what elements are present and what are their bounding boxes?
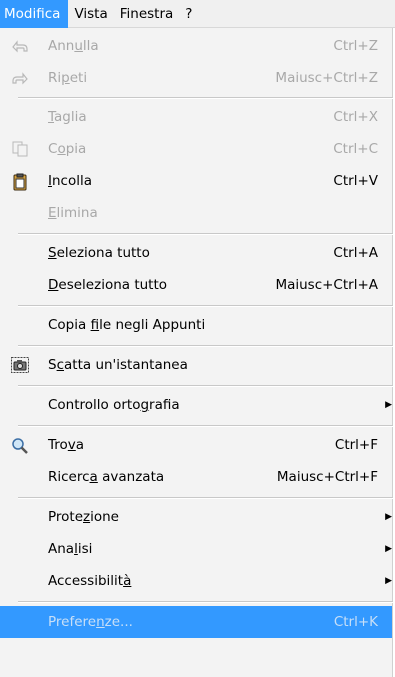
undo-icon bbox=[11, 38, 29, 54]
shortcut-label: Ctrl+F bbox=[334, 437, 378, 453]
menu-separator bbox=[18, 425, 393, 427]
menu-separator bbox=[18, 601, 393, 603]
submenu-arrow-icon: ▶ bbox=[385, 400, 392, 410]
paste-icon bbox=[11, 173, 29, 191]
menu-bar: Modifica Vista Finestra ? bbox=[0, 0, 395, 28]
menu-item-copy[interactable]: Copia Ctrl+C bbox=[0, 133, 392, 165]
menu-item-analysis[interactable]: Analisi ▶ bbox=[0, 533, 392, 565]
shortcut-label: Ctrl+X bbox=[333, 109, 378, 125]
menu-separator bbox=[18, 345, 393, 347]
shortcut-label: Maiusc+Ctrl+A bbox=[275, 277, 378, 293]
redo-icon bbox=[11, 70, 29, 86]
shortcut-label: Ctrl+A bbox=[333, 245, 378, 261]
menu-item-copy-file-to-clipboard[interactable]: Copia file negli Appunti bbox=[0, 309, 392, 341]
camera-icon bbox=[11, 357, 29, 373]
menu-separator bbox=[18, 497, 393, 499]
search-icon bbox=[11, 437, 29, 454]
shortcut-label: Maiusc+Ctrl+F bbox=[276, 469, 378, 485]
menu-item-redo[interactable]: Ripeti Maiusc+Ctrl+Z bbox=[0, 62, 392, 94]
menu-item-paste[interactable]: Incolla Ctrl+V bbox=[0, 165, 392, 197]
menu-finestra[interactable]: Finestra bbox=[114, 0, 180, 28]
menu-item-protection[interactable]: Protezione ▶ bbox=[0, 501, 392, 533]
menu-item-advanced-search[interactable]: Ricerca avanzata Maiusc+Ctrl+F bbox=[0, 461, 392, 493]
copy-icon bbox=[11, 141, 29, 157]
shortcut-label: Maiusc+Ctrl+Z bbox=[275, 70, 378, 86]
menu-item-deselect-all[interactable]: Deseleziona tutto Maiusc+Ctrl+A bbox=[0, 269, 392, 301]
shortcut-label: Ctrl+C bbox=[333, 141, 378, 157]
menu-item-preferences[interactable]: Preferenze... Ctrl+K bbox=[0, 606, 392, 638]
menu-separator bbox=[18, 233, 393, 235]
edit-dropdown-menu: Annulla Ctrl+Z Ripeti Maiusc+Ctrl+Z Tagl… bbox=[0, 28, 393, 677]
menu-item-snapshot[interactable]: Scatta un'istantanea bbox=[0, 349, 392, 381]
menu-help[interactable]: ? bbox=[179, 0, 198, 28]
menu-modifica[interactable]: Modifica bbox=[0, 0, 69, 28]
shortcut-label: Ctrl+V bbox=[333, 173, 378, 189]
menu-item-spell-check[interactable]: Controllo ortografia ▶ bbox=[0, 389, 392, 421]
menu-item-undo[interactable]: Annulla Ctrl+Z bbox=[0, 30, 392, 62]
menu-item-find[interactable]: Trova Ctrl+F bbox=[0, 429, 392, 461]
shortcut-label: Ctrl+K bbox=[333, 614, 378, 630]
menu-separator bbox=[18, 305, 393, 307]
menu-separator bbox=[18, 385, 393, 387]
shortcut-label: Ctrl+Z bbox=[333, 38, 378, 54]
menu-separator bbox=[18, 97, 393, 99]
menu-item-accessibility[interactable]: Accessibilità ▶ bbox=[0, 565, 392, 597]
menu-item-select-all[interactable]: Seleziona tutto Ctrl+A bbox=[0, 237, 392, 269]
menu-item-cut[interactable]: Taglia Ctrl+X bbox=[0, 101, 392, 133]
menu-vista[interactable]: Vista bbox=[68, 0, 113, 28]
submenu-arrow-icon: ▶ bbox=[385, 544, 392, 554]
submenu-arrow-icon: ▶ bbox=[385, 512, 392, 522]
submenu-arrow-icon: ▶ bbox=[385, 576, 392, 586]
menu-item-delete[interactable]: Elimina bbox=[0, 197, 392, 229]
